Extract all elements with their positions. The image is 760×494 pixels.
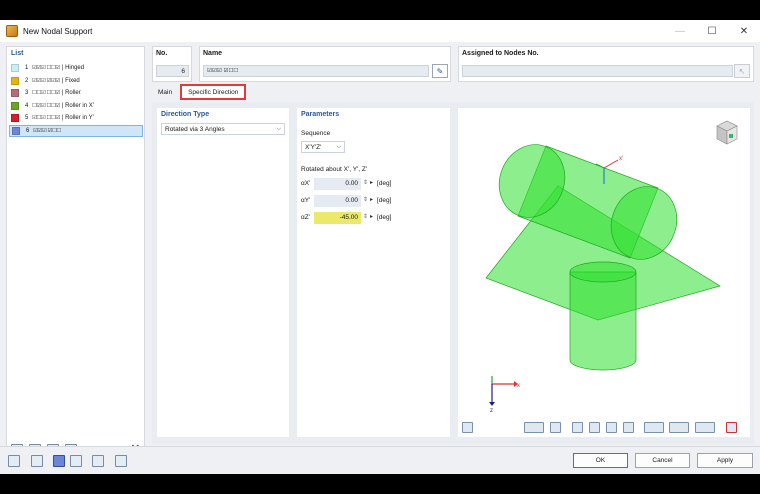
angle-row-x: αX' 0.00 ⇕ ▸ [deg] (301, 178, 449, 190)
color-swatch (11, 101, 19, 110)
viewport-toolbar (458, 421, 750, 435)
view-xy-icon[interactable] (572, 422, 583, 433)
spinner-icon[interactable]: ⇕ (363, 179, 368, 186)
print-menu-icon[interactable] (695, 422, 715, 433)
assigned-nodes-field[interactable] (462, 65, 733, 77)
view-iso-icon[interactable] (623, 422, 634, 433)
formula-icon[interactable] (115, 455, 127, 467)
view-settings-icon[interactable] (462, 422, 473, 433)
number-group: No. 6 (152, 46, 192, 82)
menu-arrow-icon[interactable]: ▸ (370, 179, 373, 186)
dof-checkboxes: ☑☑☑ ☑☑☑ (32, 77, 60, 84)
axes-menu-icon[interactable] (524, 422, 544, 433)
support-list: 1 ☑☑☑ ☐☐☑ | Hinged 2 ☑☑☑ ☑☑☑ | Fixed 3 ☐… (9, 62, 143, 137)
color-icon[interactable] (53, 455, 65, 467)
support-graphic: x' x z (485, 144, 721, 414)
list-item[interactable]: 3 ☐☐☑ ☐☐☑ | Roller (9, 87, 143, 100)
chevron-down-icon: ⌵ (276, 125, 281, 132)
color-swatch (11, 76, 19, 85)
direction-type-select[interactable]: Rotated via 3 Angles ⌵ (161, 123, 285, 135)
list-header: List (11, 50, 24, 57)
number-field[interactable]: 6 (156, 65, 189, 77)
parameters-panel: Parameters Sequence X'Y'Z' ⌵ Rotated abo… (297, 108, 450, 437)
dof-checkboxes: ☑☐☑ ☐☐☑ (32, 115, 60, 122)
color-swatch (11, 89, 19, 98)
color-swatch (11, 64, 19, 73)
name-group: Name ☑☑☑ ☑☐☐ ✎ (199, 46, 451, 82)
color-swatch (12, 126, 20, 135)
list-item-label: | Roller in X' (61, 102, 94, 109)
spinner-icon[interactable]: ⇕ (363, 196, 368, 203)
name-field[interactable]: ☑☑☑ ☑☐☐ (203, 65, 429, 77)
dof-checkboxes: ☐☐☑ ☐☐☑ (32, 90, 60, 97)
parameters-header: Parameters (301, 111, 340, 118)
menu-arrow-icon[interactable]: ▸ (370, 196, 373, 203)
direction-panel: Direction Type Rotated via 3 Angles ⌵ (157, 108, 289, 437)
numbering-icon[interactable] (31, 455, 43, 467)
3d-preview[interactable]: x' x z (458, 108, 750, 437)
list-item-label: | Hinged (61, 65, 85, 72)
reset-view-icon[interactable] (726, 422, 737, 433)
close-button[interactable]: ✕ (728, 20, 760, 42)
rotated-label: Rotated about X', Y', Z' (301, 166, 368, 173)
dialog-footer: OK Cancel Apply (0, 446, 760, 474)
tab-specific-direction[interactable]: Specific Direction (180, 84, 247, 100)
sequence-select[interactable]: X'Y'Z' ⌵ (301, 141, 345, 153)
spinner-icon[interactable]: ⇕ (363, 213, 368, 220)
axis-z-label: z (490, 408, 493, 414)
axis-x-label: x (517, 383, 520, 389)
list-item[interactable]: 2 ☑☑☑ ☑☑☑ | Fixed (9, 75, 143, 88)
list-item-selected[interactable]: 6 ☑☑☑ ☑☐☐ (9, 124, 143, 137)
dof-checkboxes: ☑☑☑ ☐☐☑ (32, 65, 60, 72)
support-list-panel: List 1 ☑☑☑ ☐☐☑ | Hinged 2 ☑☑☑ ☑☑☑ | Fixe… (6, 46, 145, 462)
minimize-button[interactable]: — (664, 20, 696, 42)
title-bar: New Nodal Support — ☐ ✕ (0, 20, 760, 42)
local-x-label: x' (619, 156, 623, 162)
sequence-label: Sequence (301, 130, 331, 137)
apply-button[interactable]: Apply (697, 453, 753, 468)
search-icon[interactable] (8, 455, 20, 467)
navigation-cube[interactable] (714, 118, 740, 146)
pick-nodes-icon[interactable]: ↖ (734, 64, 750, 78)
view-xz-icon[interactable] (589, 422, 600, 433)
edit-name-icon[interactable]: ✎ (432, 64, 448, 78)
dof-checkboxes: ☑☑☑ ☑☐☐ (33, 127, 61, 134)
angle-z-input[interactable]: -45.00 (314, 212, 361, 224)
assigned-nodes-group: Assigned to Nodes No. ↖ (458, 46, 754, 82)
list-item-label: | Roller in Y' (61, 115, 94, 122)
display-properties-icon[interactable] (92, 455, 104, 467)
tab-bar: Main Specific Direction (152, 84, 248, 102)
cancel-button[interactable]: Cancel (635, 453, 690, 468)
support-column (569, 271, 637, 371)
ok-button[interactable]: OK (573, 453, 628, 468)
color-swatch (11, 114, 19, 123)
maximize-button[interactable]: ☐ (696, 20, 728, 42)
menu-arrow-icon[interactable]: ▸ (370, 213, 373, 220)
view-yz-icon[interactable] (606, 422, 617, 433)
column-top (569, 261, 637, 283)
table-icon[interactable] (70, 455, 82, 467)
list-item[interactable]: 4 ☐☑☑ ☐☐☑ | Roller in X' (9, 100, 143, 113)
dof-checkboxes: ☐☑☑ ☐☐☑ (32, 102, 60, 109)
global-axes: x z (489, 376, 520, 414)
window-title: New Nodal Support (23, 26, 93, 36)
visibility-menu-icon[interactable] (644, 422, 664, 433)
angle-y-input[interactable]: 0.00 (314, 195, 361, 207)
list-item[interactable]: 5 ☑☐☑ ☐☐☑ | Roller in Y' (9, 112, 143, 125)
angle-x-input[interactable]: 0.00 (314, 178, 361, 190)
dialog-body: List 1 ☑☑☑ ☐☐☑ | Hinged 2 ☑☑☑ ☑☑☑ | Fixe… (0, 42, 760, 474)
chevron-down-icon: ⌵ (336, 143, 341, 150)
list-item-label: | Roller (61, 90, 81, 97)
display-icon[interactable] (550, 422, 561, 433)
angle-row-z: αZ' -45.00 ⇕ ▸ [deg] (301, 212, 449, 224)
tab-main[interactable]: Main (152, 84, 178, 100)
tab-content: Direction Type Rotated via 3 Angles ⌵ Pa… (152, 102, 754, 444)
list-item-label: | Fixed (61, 77, 80, 84)
direction-header: Direction Type (161, 111, 210, 118)
list-item[interactable]: 1 ☑☑☑ ☐☐☑ | Hinged (9, 62, 143, 75)
angle-row-y: αY' 0.00 ⇕ ▸ [deg] (301, 195, 449, 207)
render-menu-icon[interactable] (669, 422, 689, 433)
app-icon (6, 25, 18, 37)
